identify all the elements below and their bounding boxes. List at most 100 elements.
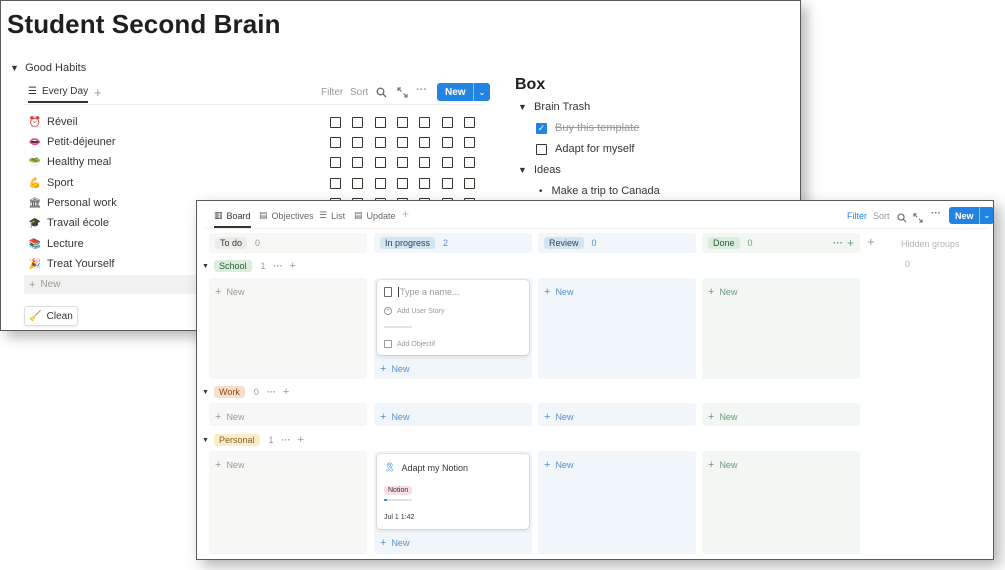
column-header[interactable]: Review 0: [538, 233, 696, 253]
search-icon[interactable]: [897, 210, 907, 228]
add-card-icon[interactable]: +: [283, 386, 289, 398]
sort-button[interactable]: Sort: [350, 87, 368, 98]
habit-checkbox[interactable]: [375, 157, 386, 168]
expand-icon[interactable]: [913, 210, 923, 228]
add-view-icon[interactable]: +: [94, 85, 102, 100]
more-icon[interactable]: ···: [931, 208, 941, 219]
habit-checkbox[interactable]: [397, 137, 408, 148]
habit-row[interactable]: 💪 Sport: [28, 176, 74, 190]
draft-card[interactable]: Type a name... + Add User Story Add Objecti…: [377, 280, 529, 355]
habit-checkbox[interactable]: [464, 178, 475, 189]
expand-icon[interactable]: [397, 85, 408, 103]
add-card-button[interactable]: + New: [380, 363, 409, 375]
habit-checkbox[interactable]: [442, 157, 453, 168]
habit-row[interactable]: 📚 Lecture: [28, 237, 84, 251]
habit-checkbox[interactable]: [419, 117, 430, 128]
add-card-button[interactable]: + New: [380, 537, 409, 549]
habit-row[interactable]: ⏰ Réveil: [28, 115, 78, 129]
habits-new-button[interactable]: New ⌄: [437, 83, 491, 101]
habit-checkbox[interactable]: [419, 137, 430, 148]
column-header[interactable]: To do 0: [209, 233, 367, 253]
search-icon[interactable]: [376, 85, 387, 103]
add-card-button[interactable]: + New: [215, 286, 244, 298]
toggle-triangle-icon[interactable]: ▼: [202, 437, 214, 444]
add-group-icon[interactable]: +: [867, 234, 875, 249]
card-name-input[interactable]: Type a name...: [398, 287, 460, 297]
tab-board[interactable]: ▥ Board: [214, 210, 251, 228]
habit-row[interactable]: 🏛 Personal work: [28, 196, 117, 210]
sort-button[interactable]: Sort: [873, 211, 890, 221]
habit-checkbox[interactable]: [419, 178, 430, 189]
ideas-toggle[interactable]: ▼ Ideas: [518, 164, 561, 176]
add-card-button[interactable]: + New: [708, 411, 737, 423]
clean-button[interactable]: 🧹 Clean: [24, 306, 78, 326]
habit-row[interactable]: 🥗 Healthy meal: [28, 155, 111, 169]
habit-checkbox[interactable]: [464, 117, 475, 128]
add-card-button[interactable]: + New: [708, 286, 737, 298]
habit-checkbox[interactable]: [464, 137, 475, 148]
habit-checkbox[interactable]: [375, 178, 386, 189]
column-header[interactable]: Done 0 ··· +: [702, 233, 860, 253]
habit-checkbox[interactable]: [419, 157, 430, 168]
toggle-triangle-icon[interactable]: ▼: [202, 389, 214, 396]
add-card-icon[interactable]: +: [298, 434, 304, 446]
add-card-button[interactable]: + New: [380, 411, 409, 423]
habit-checkbox[interactable]: [352, 178, 363, 189]
tab-every-day[interactable]: ☰ Every Day: [28, 86, 89, 103]
add-card-icon[interactable]: +: [290, 260, 296, 272]
toggle-triangle-icon[interactable]: ▼: [202, 263, 214, 270]
task-card[interactable]: 🎗 Adapt my Notion Notion Jul 1 1:42: [377, 454, 529, 529]
more-icon[interactable]: ···: [267, 387, 276, 397]
habit-row[interactable]: 🎓 Travail école: [28, 216, 109, 230]
habit-checkbox[interactable]: [397, 178, 408, 189]
habit-checkbox[interactable]: [442, 178, 453, 189]
todo-item[interactable]: ✓ Buy this template: [536, 122, 639, 134]
add-habit-row[interactable]: + New: [24, 275, 214, 294]
habit-checkbox[interactable]: [397, 117, 408, 128]
group-header[interactable]: ▼ Personal 1 ··· +: [202, 434, 304, 446]
filter-button[interactable]: Filter: [847, 211, 867, 221]
more-icon[interactable]: ···: [274, 261, 283, 271]
habit-checkbox[interactable]: [375, 137, 386, 148]
habit-checkbox[interactable]: [442, 117, 453, 128]
group-header[interactable]: ▼ School 1 ··· +: [202, 260, 296, 272]
habit-checkbox[interactable]: [464, 157, 475, 168]
board-new-button[interactable]: New ⌄: [949, 207, 993, 224]
add-card-button[interactable]: + New: [544, 411, 573, 423]
add-card-button[interactable]: + New: [544, 459, 573, 471]
more-icon[interactable]: ···: [282, 435, 291, 445]
habit-checkbox[interactable]: [352, 117, 363, 128]
habit-checkbox[interactable]: [330, 137, 341, 148]
add-card-button[interactable]: + New: [215, 459, 244, 471]
habit-checkbox[interactable]: [352, 137, 363, 148]
add-view-icon[interactable]: +: [402, 207, 409, 221]
tab-update[interactable]: ▤ Update: [354, 210, 396, 221]
column-header[interactable]: In progress 2: [374, 233, 532, 253]
habit-row[interactable]: 🎉 Treat Yourself: [28, 257, 115, 271]
hidden-groups-label[interactable]: Hidden groups: [901, 239, 960, 249]
checkbox-icon[interactable]: [536, 143, 547, 155]
chevron-down-icon[interactable]: ⌄: [472, 83, 491, 101]
more-icon[interactable]: ···: [416, 84, 427, 96]
add-objectif-property[interactable]: Add Objectif: [384, 340, 435, 348]
checkbox-checked-icon[interactable]: ✓: [536, 122, 547, 134]
habit-row[interactable]: 👄 Petit-déjeuner: [28, 135, 116, 149]
habit-checkbox[interactable]: [397, 157, 408, 168]
add-user-story-property[interactable]: + Add User Story: [384, 307, 444, 315]
add-card-button[interactable]: + New: [708, 459, 737, 471]
more-icon[interactable]: ···: [833, 238, 843, 249]
tab-objectives[interactable]: ▤ Objectives: [259, 210, 314, 221]
habit-checkbox[interactable]: [330, 117, 341, 128]
habit-checkbox[interactable]: [442, 137, 453, 148]
chevron-down-icon[interactable]: ⌄: [978, 207, 993, 224]
add-card-button[interactable]: + New: [215, 411, 244, 423]
good-habits-toggle[interactable]: ▼ Good Habits: [10, 62, 86, 74]
habit-checkbox[interactable]: [330, 178, 341, 189]
habit-checkbox[interactable]: [352, 157, 363, 168]
todo-item[interactable]: Adapt for myself: [536, 143, 634, 155]
group-header[interactable]: ▼ Work 0 ··· +: [202, 386, 289, 398]
tab-list[interactable]: ☰ List: [319, 210, 345, 221]
habit-checkbox[interactable]: [375, 117, 386, 128]
filter-button[interactable]: Filter: [321, 87, 343, 98]
brain-trash-toggle[interactable]: ▼ Brain Trash: [518, 101, 590, 113]
